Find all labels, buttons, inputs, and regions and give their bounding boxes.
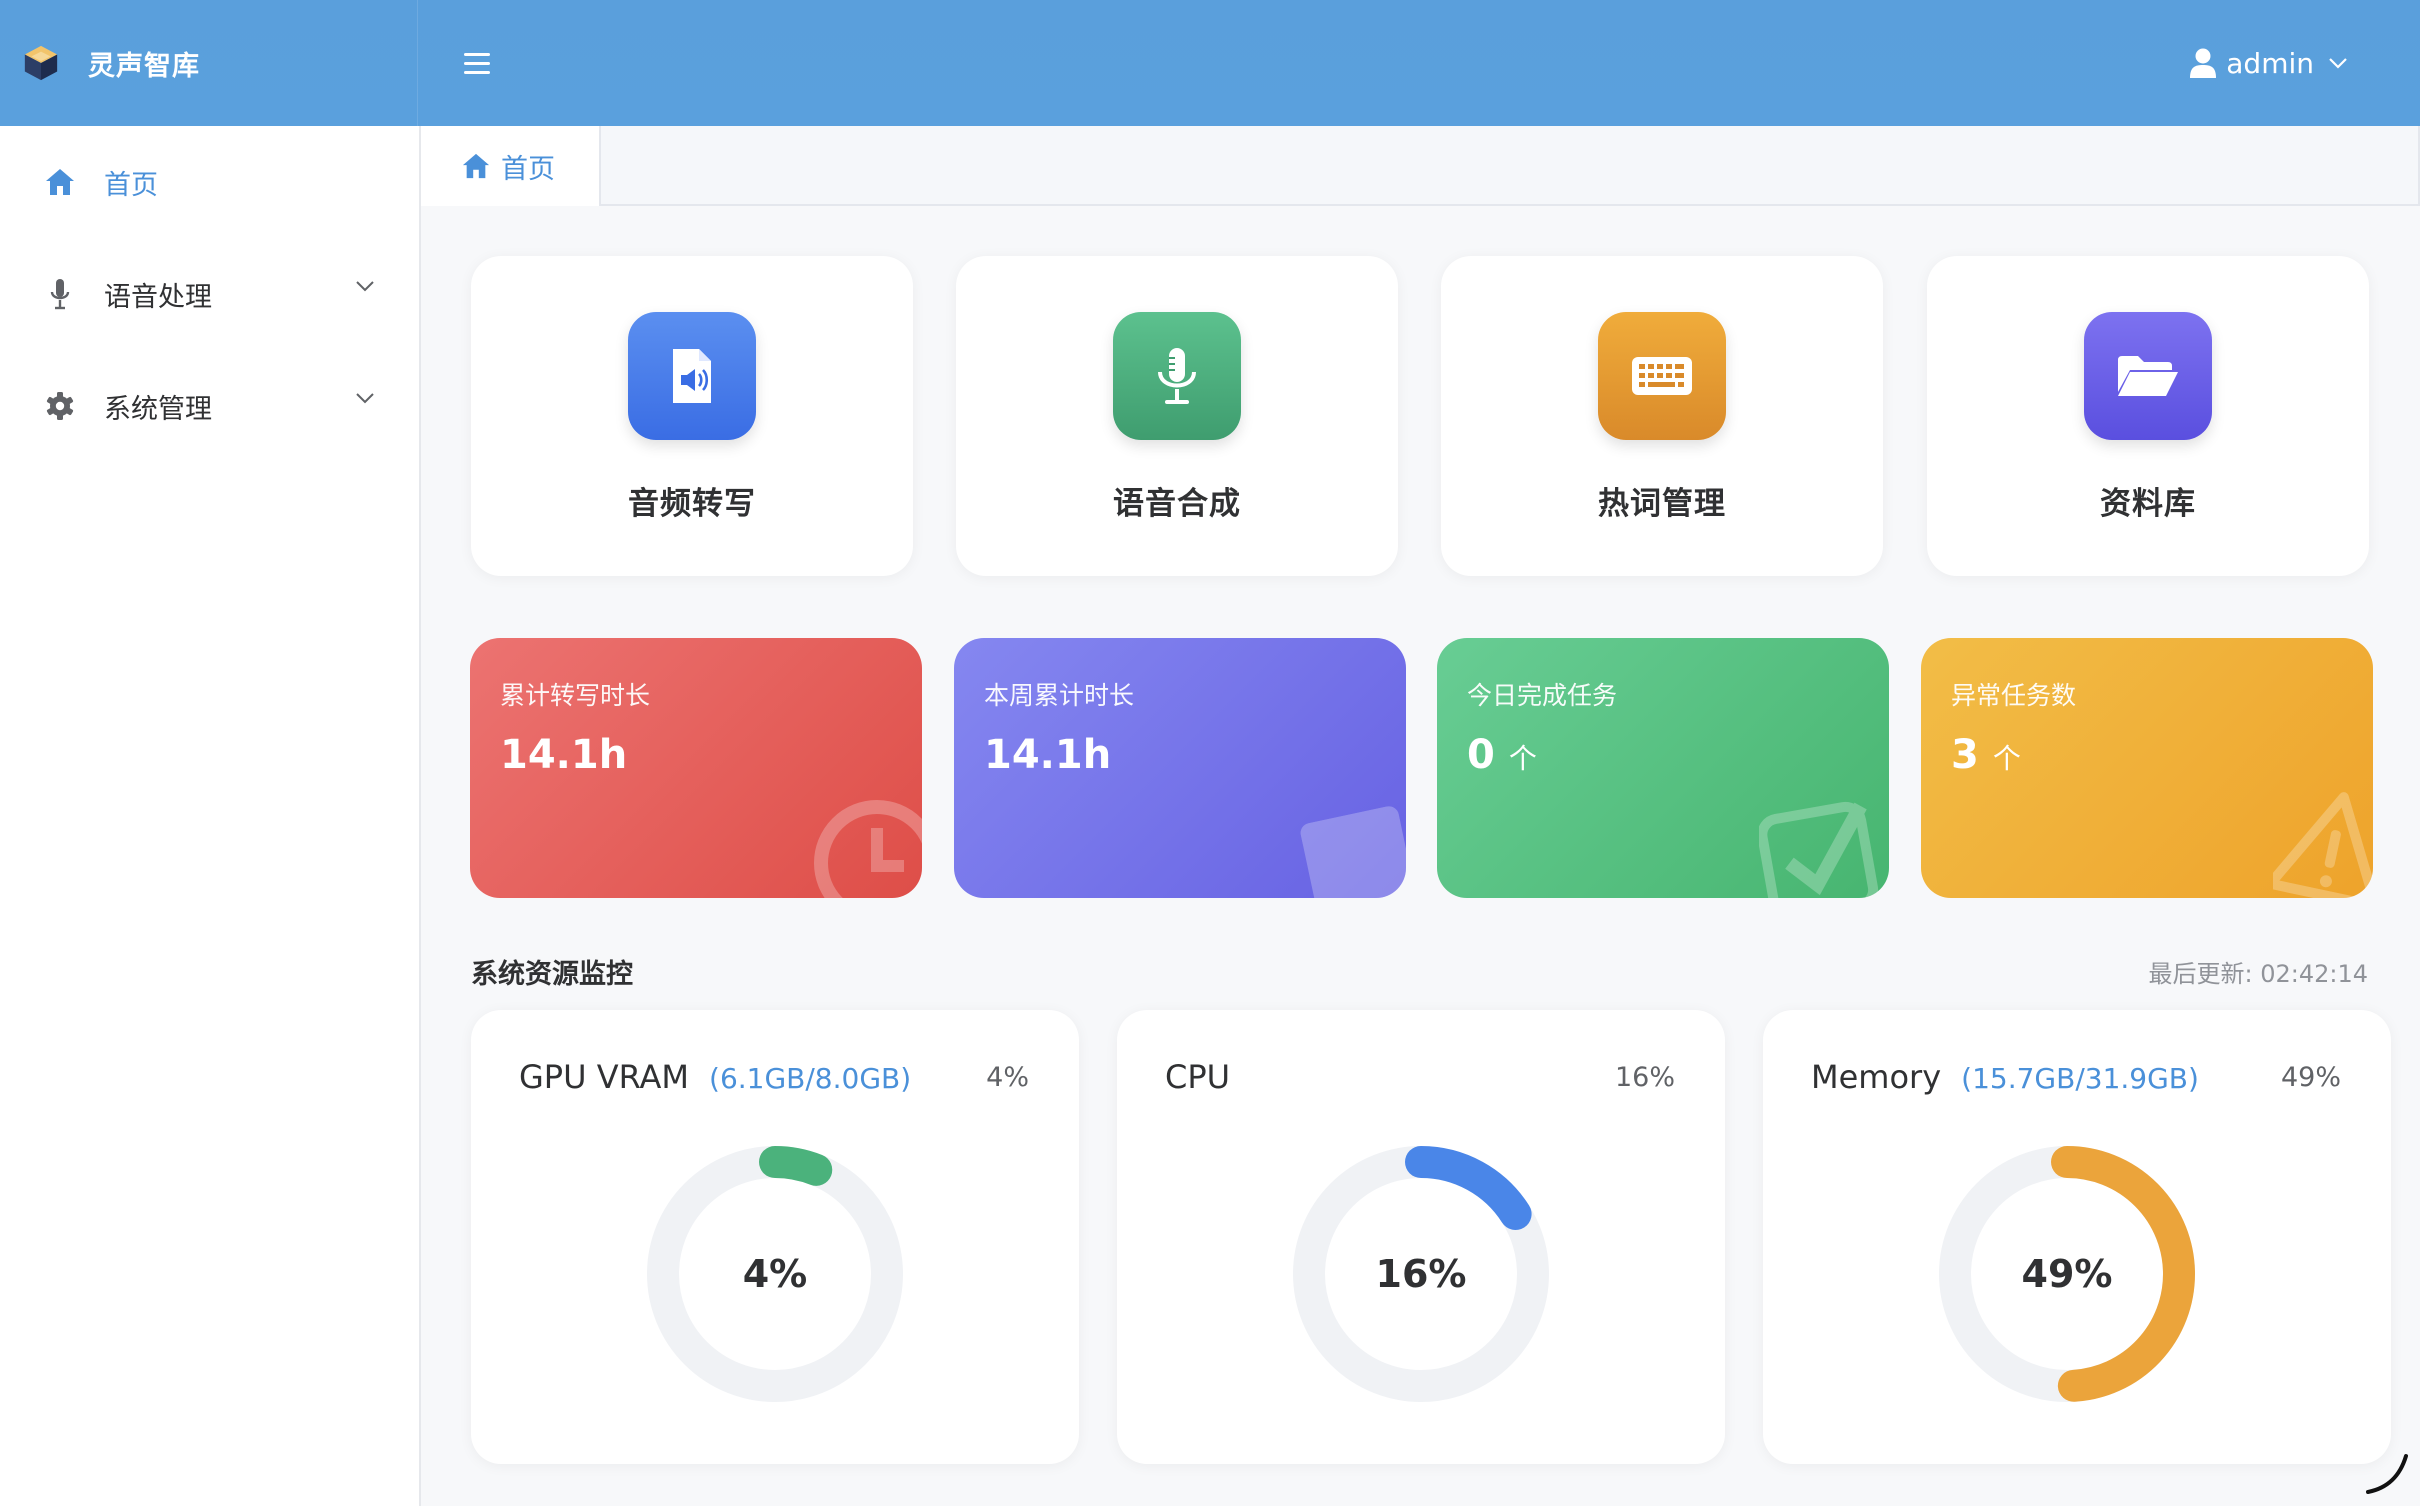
tab-home[interactable]: 首页: [421, 126, 601, 206]
sidebar-item-system-management[interactable]: 系统管理: [0, 350, 419, 462]
resource-header: CPU: [1165, 1058, 1230, 1096]
quick-actions: 音频转写 语音合成 热词管理 资料库: [471, 256, 2391, 576]
brand[interactable]: 灵声智库: [0, 0, 418, 126]
ring-percent-label: 4%: [742, 1252, 808, 1296]
quick-action-label: 音频转写: [628, 486, 756, 522]
stat-value: 14.1h: [500, 732, 628, 778]
resource-card-memory: Memory (15.7GB/31.9GB) 49% 49%: [1763, 1010, 2391, 1464]
resource-card-gpu: GPU VRAM (6.1GB/8.0GB) 4% 4%: [471, 1010, 1079, 1464]
resource-monitor: GPU VRAM (6.1GB/8.0GB) 4% 4% CPU 16% 16%: [471, 1010, 2391, 1470]
quick-action-label: 语音合成: [1113, 486, 1241, 522]
resource-header: Memory (15.7GB/31.9GB): [1811, 1058, 2199, 1096]
stat-value: 0个: [1467, 732, 1537, 778]
sidebar-item-label: 系统管理: [104, 393, 212, 425]
chevron-down-icon: [356, 281, 374, 292]
menu-toggle-button[interactable]: [464, 48, 494, 78]
check-icon: [1759, 801, 1879, 898]
app-name: 灵声智库: [88, 50, 200, 82]
resource-detail: (6.1GB/8.0GB): [709, 1062, 912, 1095]
stat-card-weekly-duration[interactable]: 本周累计时长 14.1h: [954, 638, 1406, 898]
resource-name: CPU: [1165, 1058, 1231, 1096]
quick-action-audio-transcription[interactable]: 音频转写: [471, 256, 913, 576]
sidebar: 首页 语音处理 系统管理: [0, 126, 421, 1506]
ring-percent-label: 49%: [2021, 1252, 2113, 1296]
clock-icon: [814, 800, 922, 898]
gear-icon: [42, 388, 78, 424]
stat-card-total-transcription[interactable]: 累计转写时长 14.1h: [470, 638, 922, 898]
stat-title: 累计转写时长: [500, 681, 651, 710]
section-title: 系统资源监控: [471, 959, 633, 990]
home-icon: [462, 153, 490, 179]
sidebar-item-label: 语音处理: [104, 281, 212, 313]
tabs-bar: 首页: [421, 126, 2420, 206]
cube-logo-icon: [24, 45, 58, 81]
resize-handle-icon: [2366, 1454, 2408, 1494]
user-menu[interactable]: admin: [2190, 40, 2358, 86]
chevron-down-icon: [356, 393, 374, 404]
folder-open-icon: [2084, 312, 2212, 440]
resource-percent: 16%: [1614, 1062, 1675, 1093]
resource-percent: 49%: [2280, 1062, 2341, 1093]
stat-value: 14.1h: [984, 732, 1112, 778]
stats-cards: 累计转写时长 14.1h 本周累计时长 14.1h 今日完成任务 0个 异常任务…: [470, 638, 2392, 898]
resource-detail: (15.7GB/31.9GB): [1961, 1062, 2199, 1095]
quick-action-label: 热词管理: [1598, 486, 1726, 522]
chevron-down-icon: [2329, 58, 2347, 69]
audio-file-icon: [628, 312, 756, 440]
stat-title: 今日完成任务: [1467, 681, 1618, 710]
quick-action-hotword-management[interactable]: 热词管理: [1441, 256, 1883, 576]
tab-label: 首页: [501, 153, 555, 185]
quick-action-library[interactable]: 资料库: [1927, 256, 2369, 576]
sidebar-item-voice-processing[interactable]: 语音处理: [0, 238, 419, 350]
resource-name: GPU VRAM: [519, 1058, 690, 1096]
warning-icon: [2273, 792, 2373, 898]
main-content: 音频转写 语音合成 热词管理 资料库 累计转写时长 14.1h 本周累计时长 1…: [421, 206, 2420, 1506]
stat-title: 本周累计时长: [984, 681, 1135, 710]
resource-card-cpu: CPU 16% 16%: [1117, 1010, 1725, 1464]
last-update-time: 最后更新: 02:42:14: [2148, 960, 2368, 988]
stat-title: 异常任务数: [1951, 681, 2077, 710]
ring-percent-label: 16%: [1375, 1252, 1467, 1296]
calendar-icon: [1300, 806, 1406, 898]
resource-percent: 4%: [986, 1062, 1029, 1093]
user-icon: [2190, 48, 2217, 78]
user-name: admin: [2226, 46, 2314, 80]
sidebar-item-home[interactable]: 首页: [0, 126, 419, 238]
resource-name: Memory: [1811, 1058, 1942, 1096]
sidebar-item-label: 首页: [104, 169, 158, 201]
resource-header: GPU VRAM (6.1GB/8.0GB): [519, 1058, 911, 1096]
stat-value: 3个: [1951, 732, 2021, 778]
stat-card-today-completed[interactable]: 今日完成任务 0个: [1437, 638, 1889, 898]
top-header: 灵声智库 admin: [0, 0, 2420, 126]
microphone-icon: [1113, 312, 1241, 440]
stat-card-abnormal-tasks[interactable]: 异常任务数 3个: [1921, 638, 2373, 898]
quick-action-speech-synthesis[interactable]: 语音合成: [956, 256, 1398, 576]
keyboard-icon: [1598, 312, 1726, 440]
microphone-icon: [42, 276, 78, 312]
quick-action-label: 资料库: [2100, 486, 2196, 522]
home-icon: [42, 164, 78, 200]
